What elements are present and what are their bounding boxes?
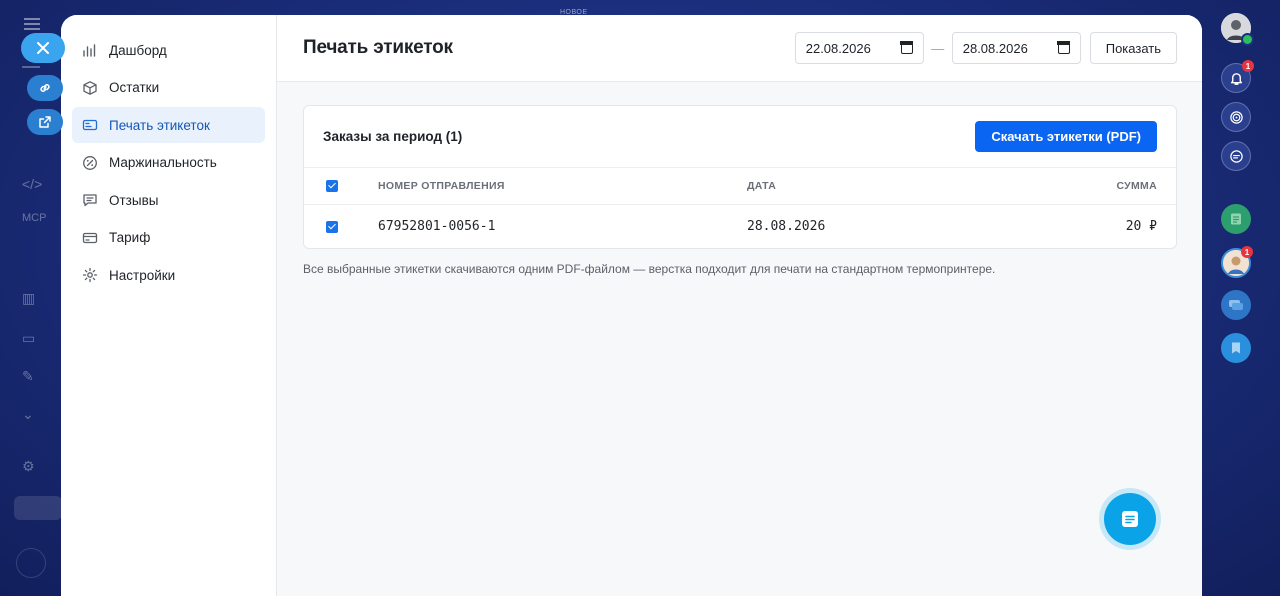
main-content: Печать этикеток 22.08.2026 — 28.08.2026 …	[277, 15, 1202, 596]
row-number: 67952801-0056-1	[378, 219, 496, 234]
notes-icon	[1231, 213, 1241, 225]
table-header: НОМЕР ОТПРАВЛЕНИЯ ДАТА СУММА	[304, 168, 1176, 205]
sidebar-item-label: Настройки	[109, 267, 176, 283]
channels-icon	[1229, 300, 1243, 310]
download-labels-button[interactable]: Скачать этикетки (PDF)	[975, 121, 1157, 152]
book-icon: ▥	[22, 290, 36, 306]
bookmark-icon	[1232, 342, 1240, 354]
sidebar-item-dashboard[interactable]: Дашборд	[72, 32, 265, 68]
label-icon	[81, 116, 99, 134]
settings-bg-icon: ⚙	[22, 458, 35, 474]
percent-icon	[81, 154, 99, 172]
mcp-icon: MCP	[22, 212, 47, 224]
fingerprint-button[interactable]	[1221, 102, 1251, 132]
date-from-value: 22.08.2026	[805, 40, 871, 56]
chat-fab-button[interactable]	[1099, 488, 1161, 550]
chats-button[interactable]	[1221, 141, 1251, 171]
sidebar-item-label: Остатки	[109, 80, 160, 95]
open-channels-button[interactable]	[1221, 290, 1251, 320]
code-icon: </>	[22, 176, 43, 192]
select-all-checkbox[interactable]	[326, 180, 338, 193]
right-rail: 1 1	[1202, 0, 1280, 596]
external-link-icon	[39, 116, 51, 128]
calendar-icon[interactable]	[1057, 41, 1071, 54]
notifications-badge: 1	[1242, 60, 1254, 72]
contact-badge: 1	[1241, 246, 1253, 258]
date-from-input[interactable]: 22.08.2026	[794, 32, 924, 64]
sidebar-item-reviews[interactable]: Отзывы	[72, 182, 265, 218]
link-icon	[40, 84, 50, 92]
card-icon	[81, 229, 99, 247]
sidebar: Дашборд Остатки Печать этикеток Маржинал…	[61, 15, 277, 596]
close-slider-button[interactable]	[21, 33, 65, 63]
sidebar-item-label: Печать этикеток	[109, 117, 210, 133]
column-header-number: НОМЕР ОТПРАВЛЕНИЯ	[378, 180, 505, 192]
page-header: Печать этикеток 22.08.2026 — 28.08.2026 …	[277, 15, 1202, 82]
column-header-date: ДАТА	[747, 180, 777, 192]
comment-icon	[81, 191, 99, 209]
page-title: Печать этикеток	[303, 37, 453, 58]
app-slider-panel: Дашборд Остатки Печать этикеток Маржинал…	[61, 15, 1202, 596]
table-row[interactable]: 67952801-0056-1 28.08.2026 20 ₽	[304, 205, 1176, 248]
bookmarks-button[interactable]	[1221, 333, 1251, 363]
user-avatar[interactable]	[1221, 13, 1254, 46]
calendar-icon[interactable]	[900, 41, 914, 54]
sidebar-item-margin[interactable]: Маржинальность	[72, 145, 265, 181]
gear-icon	[81, 266, 99, 284]
row-date: 28.08.2026	[747, 219, 826, 234]
sidebar-item-label: Тариф	[109, 230, 151, 245]
sidebar-item-label: Маржинальность	[109, 155, 217, 170]
chevron-down-icon: ⌄	[22, 406, 34, 422]
box-icon	[81, 79, 99, 97]
online-status-icon	[1241, 33, 1254, 46]
pdf-note: Все выбранные этикетки скачиваются одним…	[303, 262, 996, 276]
date-separator: —	[931, 40, 945, 56]
chat-icon	[1122, 511, 1138, 527]
sidebar-item-settings[interactable]: Настройки	[72, 257, 265, 293]
background-pill	[14, 496, 62, 520]
row-checkbox[interactable]	[326, 220, 338, 233]
orders-card: Заказы за период (1) Скачать этикетки (P…	[303, 105, 1177, 249]
column-header-sum: СУММА	[1116, 180, 1157, 192]
sidebar-item-stock[interactable]: Остатки	[72, 70, 265, 106]
task-icon: ▭	[22, 330, 36, 346]
hamburger-icon[interactable]	[24, 18, 40, 30]
copy-link-button[interactable]	[27, 75, 63, 101]
date-to-input[interactable]: 28.08.2026	[951, 32, 1081, 64]
app-notes-button[interactable]	[1221, 204, 1251, 234]
row-sum: 20 ₽	[1125, 219, 1157, 234]
chat-search-icon	[1229, 149, 1243, 163]
pencil-icon: ✎	[22, 368, 34, 384]
background-circle	[16, 548, 46, 578]
sidebar-item-label: Дашборд	[109, 42, 167, 58]
open-new-window-button[interactable]	[27, 109, 63, 135]
date-to-value: 28.08.2026	[962, 40, 1028, 56]
bar-chart-icon	[81, 41, 99, 59]
sidebar-item-tariff[interactable]: Тариф	[72, 220, 265, 256]
sidebar-item-label-printing[interactable]: Печать этикеток	[72, 107, 265, 143]
orders-card-header: Заказы за период (1) Скачать этикетки (P…	[304, 106, 1176, 168]
sidebar-item-label: Отзывы	[109, 192, 159, 208]
notifications-button[interactable]: 1	[1221, 60, 1254, 93]
orders-title: Заказы за период (1)	[323, 129, 463, 144]
background-divider	[22, 66, 40, 68]
close-icon	[37, 42, 49, 54]
bell-icon	[1230, 72, 1242, 85]
contact-avatar[interactable]: 1	[1221, 246, 1253, 278]
show-button[interactable]: Показать	[1089, 32, 1177, 64]
fingerprint-icon	[1229, 110, 1243, 124]
